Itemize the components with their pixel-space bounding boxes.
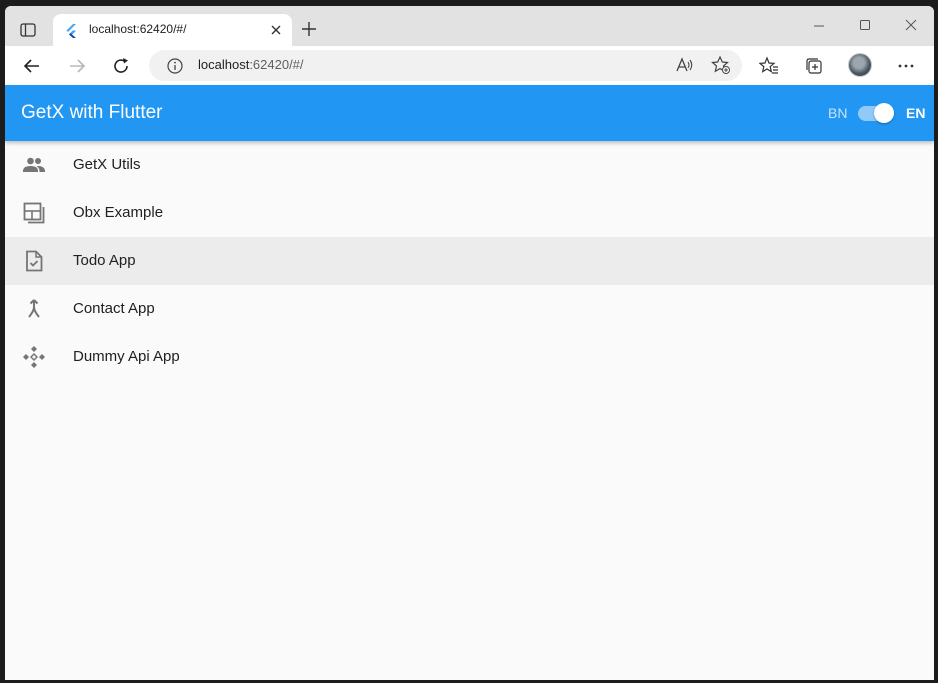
menu-list: GetX Utils Obx Example Todo App Contact …	[5, 141, 934, 381]
list-item-label: Contact App	[73, 300, 155, 317]
collections-icon[interactable]	[803, 55, 825, 77]
app-bar: GetX with Flutter BN EN	[5, 85, 934, 141]
address-bar[interactable]: localhost:62420/#/	[149, 50, 742, 81]
language-toggle-switch[interactable]	[858, 103, 894, 123]
list-item-contact-app[interactable]: Contact App	[5, 285, 934, 333]
merge-icon	[22, 297, 46, 321]
list-item-getx-utils[interactable]: GetX Utils	[5, 141, 934, 189]
app-title: GetX with Flutter	[21, 102, 163, 123]
add-favorite-icon[interactable]	[710, 54, 732, 76]
api-icon	[22, 345, 46, 369]
info-icon[interactable]	[167, 58, 183, 74]
tab-strip: localhost:62420/#/	[5, 6, 934, 46]
switch-thumb[interactable]	[874, 103, 894, 123]
refresh-icon[interactable]	[110, 55, 132, 77]
list-item-dummy-api-app[interactable]: Dummy Api App	[5, 333, 934, 381]
close-tab-icon[interactable]	[268, 22, 284, 38]
read-aloud-icon[interactable]	[673, 54, 695, 76]
address-path: :62420/#/	[249, 57, 304, 72]
list-item-label: Dummy Api App	[73, 348, 180, 365]
language-label-bn: BN	[828, 105, 848, 121]
list-item-label: Obx Example	[73, 204, 164, 221]
dashboard-icon	[22, 201, 46, 225]
people-icon	[22, 153, 46, 177]
maximize-icon[interactable]	[858, 17, 872, 31]
back-arrow-icon[interactable]	[21, 55, 43, 77]
tab-actions-icon[interactable]	[17, 20, 39, 40]
list-item-label: Todo App	[73, 252, 136, 269]
more-options-icon[interactable]	[895, 55, 917, 77]
close-window-icon[interactable]	[904, 17, 918, 31]
forward-arrow-icon	[66, 55, 88, 77]
list-item-todo-app[interactable]: Todo App	[5, 237, 934, 285]
browser-window: localhost:62420/#/ localhost:62420/#/ Ge…	[5, 6, 934, 680]
favorites-icon[interactable]	[758, 55, 780, 77]
language-label-en: EN	[906, 105, 926, 121]
tab-title: localhost:62420/#/	[89, 22, 187, 36]
new-tab-icon[interactable]	[300, 20, 318, 38]
profile-avatar[interactable]	[848, 53, 872, 77]
active-tab[interactable]: localhost:62420/#/	[53, 14, 292, 46]
address-url: localhost:62420/#/	[198, 57, 304, 72]
address-host: localhost	[198, 57, 250, 72]
list-item-obx-example[interactable]: Obx Example	[5, 189, 934, 237]
flutter-favicon-icon	[65, 23, 79, 38]
task-file-icon	[22, 249, 46, 273]
browser-toolbar: localhost:62420/#/	[5, 46, 934, 85]
minimize-icon[interactable]	[812, 17, 826, 31]
list-item-label: GetX Utils	[73, 156, 141, 173]
